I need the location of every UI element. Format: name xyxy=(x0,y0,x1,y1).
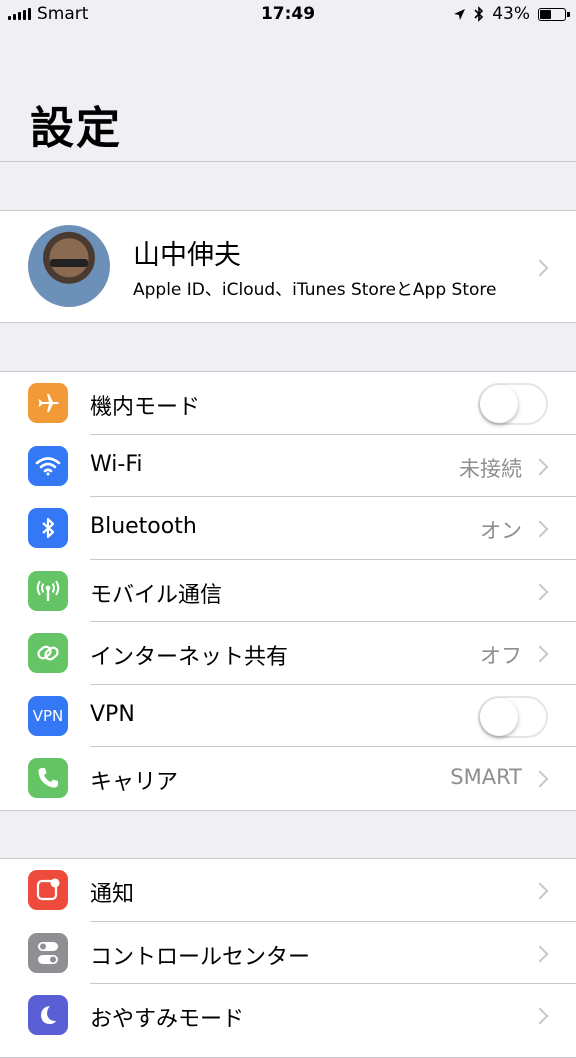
control-center-icon xyxy=(28,932,68,973)
wifi-status: 未接続 xyxy=(459,456,522,481)
settings-row-do-not-disturb[interactable]: おやすみモード xyxy=(0,984,576,1047)
chevron-right-icon xyxy=(531,645,549,663)
chevron-right-icon xyxy=(531,458,549,475)
chevron-right-icon xyxy=(531,882,549,900)
bluetooth-icon xyxy=(474,6,484,22)
profile-name: 山中伸夫 xyxy=(133,240,241,271)
settings-row-label: モバイル通信 xyxy=(90,582,223,608)
carrier-value: SMART xyxy=(450,765,522,789)
airplane-mode-toggle[interactable] xyxy=(478,383,548,425)
settings-row-control-center[interactable]: コントロールセンター xyxy=(0,922,576,984)
connectivity-section: 機内モード Wi-Fi 未接続 Bluetooth オン モバイル通信 インター… xyxy=(0,371,576,811)
location-arrow-icon xyxy=(454,8,466,20)
settings-row-label: キャリア xyxy=(90,770,179,795)
chevron-right-icon xyxy=(531,1007,549,1025)
hotspot-status: オフ xyxy=(480,644,522,668)
moon-icon xyxy=(28,995,68,1035)
settings-row-label: コントロールセンター xyxy=(90,944,311,970)
battery-icon xyxy=(538,7,570,21)
settings-row-label: 通知 xyxy=(90,882,135,907)
wifi-icon xyxy=(28,445,68,486)
status-bar: Smart 17:49 43% xyxy=(0,0,576,30)
settings-row-airplane-mode[interactable]: 機内モード xyxy=(0,372,576,435)
chevron-right-icon xyxy=(531,583,549,600)
settings-row-label: VPN xyxy=(90,701,135,727)
chevron-right-icon xyxy=(531,945,549,962)
chevron-right-icon xyxy=(531,520,549,538)
battery-percent: 43% xyxy=(492,4,530,24)
chevron-right-icon xyxy=(531,259,549,277)
profile-row[interactable]: 山中伸夫 Apple ID、iCloud、iTunes StoreとApp St… xyxy=(0,210,576,323)
settings-row-notifications[interactable]: 通知 xyxy=(0,859,576,922)
notification-icon xyxy=(28,870,68,910)
chevron-right-icon xyxy=(531,770,549,788)
settings-row-personal-hotspot[interactable]: インターネット共有 オフ xyxy=(0,622,576,685)
settings-row-wifi[interactable]: Wi-Fi 未接続 xyxy=(0,435,576,497)
antenna-icon xyxy=(28,570,68,611)
link-icon xyxy=(28,633,68,673)
settings-row-label: おやすみモード xyxy=(90,1007,245,1032)
settings-row-vpn[interactable]: VPN VPN xyxy=(0,685,576,747)
settings-row-label: インターネット共有 xyxy=(90,645,289,670)
profile-subtitle: Apple ID、iCloud、iTunes StoreとApp Store xyxy=(133,280,497,300)
nav-divider xyxy=(0,161,576,162)
vpn-icon: VPN xyxy=(28,695,68,736)
bluetooth-icon xyxy=(28,508,68,548)
general-section: 通知 コントロールセンター おやすみモード xyxy=(0,858,576,1058)
settings-row-label: Bluetooth xyxy=(90,514,197,539)
settings-row-carrier[interactable]: キャリア SMART xyxy=(0,747,576,810)
avatar xyxy=(28,225,110,307)
settings-row-mobile-data[interactable]: モバイル通信 xyxy=(0,560,576,622)
vpn-toggle[interactable] xyxy=(478,695,548,738)
phone-icon xyxy=(28,758,68,798)
bluetooth-status: オン xyxy=(480,519,522,543)
settings-row-label: Wi-Fi xyxy=(90,451,143,477)
airplane-icon xyxy=(28,383,68,423)
settings-row-label: 機内モード xyxy=(90,395,201,420)
settings-row-bluetooth[interactable]: Bluetooth オン xyxy=(0,497,576,560)
page-title: 設定 xyxy=(30,103,122,154)
